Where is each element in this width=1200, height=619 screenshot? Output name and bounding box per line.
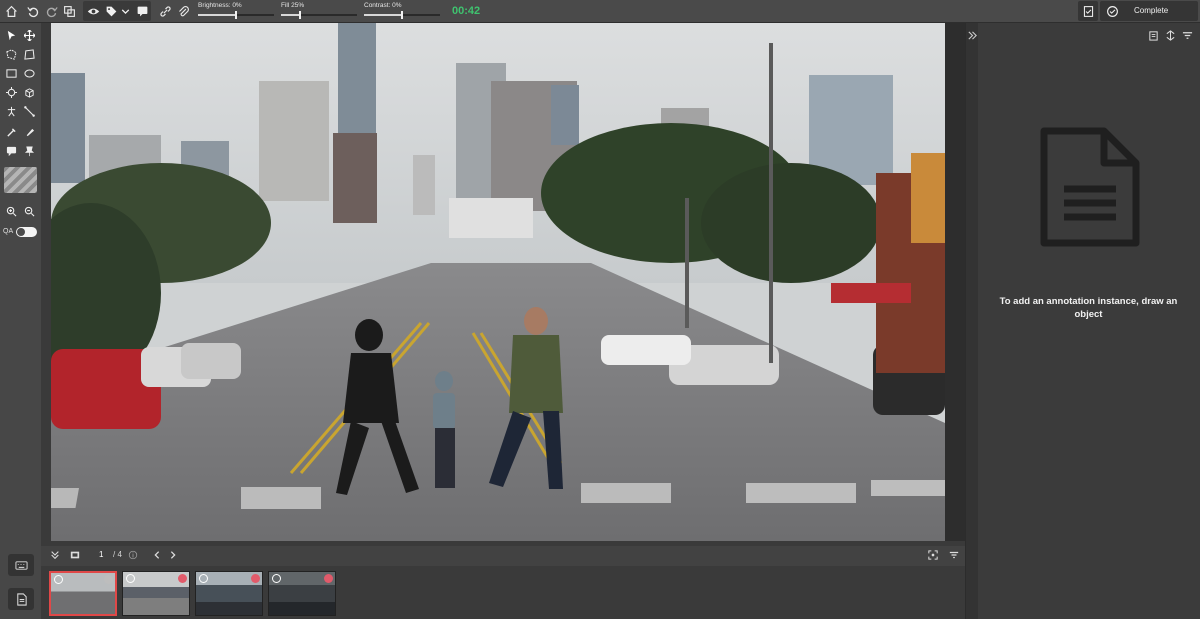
filmstrip: [41, 566, 965, 619]
complete-button[interactable]: Complete: [1100, 1, 1198, 21]
contrast-slider[interactable]: Contrast: 0%: [364, 2, 444, 20]
collapse-filmstrip-icon[interactable]: [49, 549, 61, 561]
previous-frame-icon[interactable]: [151, 549, 163, 561]
empty-document-icon: [1040, 127, 1140, 247]
top-toolbar: Brightness: 0% Fill 25% Contrast: 0% 00:…: [0, 0, 1200, 23]
thumbnail-index-icon: [126, 574, 135, 583]
brightness-fill: [198, 14, 236, 16]
double-chevron-right-icon[interactable]: [966, 29, 978, 41]
document-icon[interactable]: [8, 588, 34, 610]
fill-slider[interactable]: Fill 25%: [281, 2, 361, 20]
fill-fill: [281, 14, 300, 16]
cuboid-icon[interactable]: [21, 85, 37, 99]
paperclip-icon[interactable]: [174, 2, 192, 20]
annotation-instances-panel: To add an annotation instance, draw an o…: [965, 23, 1200, 619]
next-frame-icon[interactable]: [167, 549, 179, 561]
line-icon[interactable]: [21, 104, 37, 118]
home-icon[interactable]: [2, 2, 20, 20]
qa-label: QA: [3, 228, 14, 235]
copy-icon[interactable]: [60, 2, 78, 20]
street-photo[interactable]: [51, 23, 945, 541]
qa-toggle-knob: [17, 228, 25, 236]
rectangle-icon[interactable]: [3, 66, 19, 80]
select-arrow-icon[interactable]: [3, 28, 19, 42]
thumbnail-index-icon: [54, 575, 63, 584]
thumbnail-status-icon: [178, 574, 187, 583]
annotation-tools-panel: QA: [0, 23, 41, 619]
pin-icon[interactable]: [21, 144, 37, 158]
street-scene-image: [51, 23, 945, 541]
fill-label: Fill 25%: [281, 2, 305, 9]
page-current[interactable]: 1: [99, 550, 103, 559]
ellipse-icon[interactable]: [21, 66, 37, 80]
canvas-vertical-scrollbar[interactable]: [945, 23, 965, 541]
redo-icon[interactable]: [42, 2, 60, 20]
split-icon[interactable]: [1164, 29, 1176, 41]
panel-collapse-handle[interactable]: [966, 23, 978, 619]
thumbnail-4[interactable]: [268, 571, 336, 616]
contrast-label: Contrast: 0%: [364, 2, 402, 9]
polygon-icon[interactable]: [21, 47, 37, 61]
zoom-out-icon[interactable]: [21, 204, 37, 218]
texture-fill-tool[interactable]: [4, 167, 37, 193]
thumbnail-2[interactable]: [122, 571, 190, 616]
checklist-icon[interactable]: [1078, 1, 1098, 21]
eye-icon[interactable]: [84, 2, 102, 20]
fill-knob[interactable]: [299, 11, 301, 19]
frame-navigation-bar: 1 / 4: [41, 546, 965, 566]
frame-icon[interactable]: [69, 549, 81, 561]
brightness-track: [198, 11, 274, 19]
eyedropper-icon[interactable]: [3, 125, 19, 139]
thumbnail-status-icon: [324, 574, 333, 583]
comment-icon[interactable]: [133, 2, 151, 20]
view-tools-group: [83, 1, 151, 21]
thumbnail-status-icon: [104, 575, 113, 584]
thumbnail-index-icon: [199, 574, 208, 583]
clipboard-icon[interactable]: [1147, 29, 1159, 41]
point-icon[interactable]: [3, 85, 19, 99]
zoom-in-icon[interactable]: [3, 204, 19, 218]
thumbnail-status-icon: [251, 574, 260, 583]
panel-filter-icon[interactable]: [1181, 29, 1193, 41]
brightness-knob[interactable]: [235, 11, 237, 19]
session-timer: 00:42: [452, 5, 481, 17]
contrast-track: [364, 11, 440, 19]
brush-icon[interactable]: [21, 125, 37, 139]
qa-toggle[interactable]: [16, 227, 37, 237]
chevron-down-icon[interactable]: [116, 2, 134, 20]
thumbnail-1[interactable]: [49, 571, 117, 616]
thumbnail-3[interactable]: [195, 571, 263, 616]
bottom-left-controls: [0, 546, 41, 619]
link-icon[interactable]: [156, 2, 174, 20]
brightness-label: Brightness: 0%: [198, 2, 242, 9]
brightness-slider[interactable]: Brightness: 0%: [198, 2, 278, 20]
skeleton-icon[interactable]: [3, 104, 19, 118]
empty-annotation-message: To add an annotation instance, draw an o…: [999, 296, 1178, 320]
undo-icon[interactable]: [24, 2, 42, 20]
info-icon[interactable]: [127, 549, 139, 561]
comment-tool-icon[interactable]: [3, 144, 19, 158]
keyboard-shortcuts-icon[interactable]: [8, 554, 34, 576]
contrast-knob[interactable]: [401, 11, 403, 19]
complete-label: Complete: [1134, 6, 1169, 15]
filter-icon[interactable]: [948, 549, 960, 561]
thumbnail-index-icon: [272, 574, 281, 583]
polyline-icon[interactable]: [3, 47, 19, 61]
page-total: / 4: [113, 550, 122, 559]
contrast-fill: [364, 14, 402, 16]
check-circle-icon: [1103, 2, 1121, 20]
move-icon[interactable]: [21, 28, 37, 42]
fit-to-screen-icon[interactable]: [927, 549, 939, 561]
fill-track: [281, 11, 357, 19]
